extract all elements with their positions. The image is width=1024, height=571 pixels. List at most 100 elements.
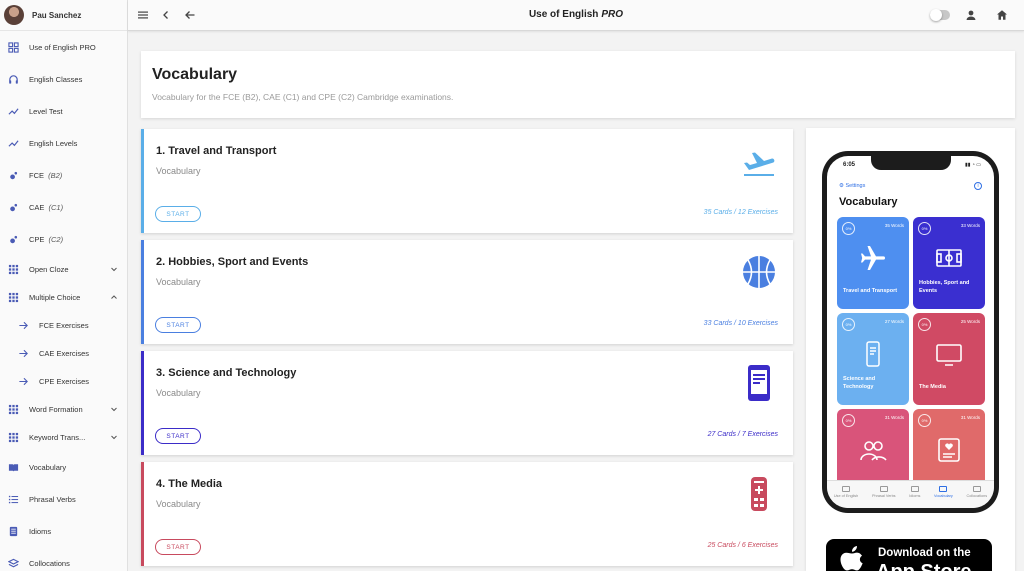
phone-tile-hobbies: 0% 33 Words Hobbies, Sport and Events: [913, 217, 985, 309]
apple-icon: [840, 546, 864, 571]
headset-icon: [8, 74, 19, 85]
sidebar-item-label: FCE Exercises: [39, 320, 89, 330]
sidebar-item-level-test[interactable]: Level Test: [0, 95, 127, 127]
chevron-down-icon[interactable]: [110, 433, 118, 441]
bubbles-icon: [8, 234, 19, 245]
sidebar-item-label: CAE (C1): [29, 202, 64, 212]
info-icon: i: [974, 182, 982, 190]
phone-tab: Collocations: [966, 486, 987, 498]
dashboard-icon: [8, 41, 19, 53]
smartphone-icon: [741, 365, 777, 401]
tile-words: 33 Words: [960, 223, 980, 228]
tile-progress: 0%: [842, 318, 855, 331]
tile-progress: 0%: [918, 318, 931, 331]
layers-icon: [8, 558, 19, 569]
avatar[interactable]: [4, 5, 24, 25]
bubbles-icon: [8, 202, 19, 213]
phone-tiles: 0% 35 Words Travel and Transport 0% 33 W…: [837, 217, 985, 501]
phone-tile-science: 0% 27 Words Science and Technology: [837, 313, 909, 405]
sidebar-item-label: Phrasal Verbs: [29, 494, 76, 504]
sidebar-item-label: Word Formation: [29, 404, 83, 414]
sidebar-item-idioms[interactable]: Idioms: [0, 515, 127, 547]
sidebar-item-english-classes[interactable]: English Classes: [0, 63, 127, 95]
start-button[interactable]: START: [155, 206, 201, 222]
sidebar-item-label: Level Test: [29, 106, 63, 116]
phone-tile-media: 0% 25 Words The Media: [913, 313, 985, 405]
topic-title: 2. Hobbies, Sport and Events: [156, 256, 309, 268]
page-header-card: Vocabulary Vocabulary for the FCE (B2), …: [141, 51, 1015, 118]
sidebar-item-cpe[interactable]: CPE (C2): [0, 223, 127, 255]
sidebar-item-label: FCE (B2): [29, 170, 63, 180]
settings-link: ⚙ Settings: [839, 183, 866, 189]
sidebar-nav: Use of English PRO English Classes Level…: [0, 31, 127, 571]
sidebar-item-label: Multiple Choice: [29, 292, 81, 302]
dark-mode-toggle[interactable]: [930, 9, 950, 21]
trending-up-icon: [8, 138, 19, 149]
phone-notch: [870, 156, 951, 170]
tile-words: 27 Words: [884, 319, 904, 324]
tile-progress: 0%: [842, 414, 855, 427]
app-store-badge[interactable]: Download on the App Store: [826, 539, 992, 571]
user-name: Pau Sanchez: [32, 10, 82, 20]
start-button[interactable]: START: [155, 317, 201, 333]
topic-subtitle: Vocabulary: [156, 388, 201, 398]
tile-label: Science and Technology: [843, 376, 876, 390]
start-button[interactable]: START: [155, 428, 201, 444]
sidebar-item-phrasal-verbs[interactable]: Phrasal Verbs: [0, 483, 127, 515]
sidebar-item-cpe-exercises[interactable]: CPE Exercises: [0, 367, 127, 395]
topic-card-travel[interactable]: 1. Travel and Transport Vocabulary START…: [141, 129, 793, 233]
chevron-up-icon[interactable]: [110, 293, 118, 301]
sidebar-item-open-cloze[interactable]: Open Cloze: [0, 255, 127, 283]
tv-icon: [934, 339, 964, 369]
grid-icon: [8, 264, 19, 275]
start-button[interactable]: START: [155, 539, 201, 555]
topic-card-science[interactable]: 3. Science and Technology Vocabulary STA…: [141, 351, 793, 455]
tile-words: 31 Words: [884, 415, 904, 420]
topic-card-hobbies[interactable]: 2. Hobbies, Sport and Events Vocabulary …: [141, 240, 793, 344]
tile-words: 31 Words: [960, 415, 980, 420]
tile-label: Travel and Transport: [843, 287, 898, 294]
sidebar-item-vocabulary[interactable]: Vocabulary: [0, 451, 127, 483]
grid-icon: [8, 432, 19, 443]
home-icon[interactable]: [996, 9, 1008, 21]
sidebar-item-fce[interactable]: FCE (B2): [0, 159, 127, 191]
phone-tab: Phrasal Verbs: [872, 486, 896, 498]
account-icon[interactable]: [965, 9, 977, 21]
book-open-icon: [8, 462, 19, 473]
sidebar-item-label: CAE Exercises: [39, 348, 90, 358]
sidebar-item-label: Collocations: [29, 558, 70, 568]
plane-icon: [858, 243, 888, 273]
topic-subtitle: Vocabulary: [156, 277, 201, 287]
chevron-down-icon[interactable]: [110, 405, 118, 413]
sidebar-item-keyword-transformation[interactable]: Keyword Trans...: [0, 423, 127, 451]
sidebar-item-word-formation[interactable]: Word Formation: [0, 395, 127, 423]
sidebar-item-cae-exercises[interactable]: CAE Exercises: [0, 339, 127, 367]
grid-icon: [8, 404, 19, 415]
phone-tab: Use of English: [834, 486, 858, 498]
sidebar-item-collocations[interactable]: Collocations: [0, 547, 127, 571]
tile-label: The Media: [919, 383, 946, 390]
chevron-down-icon[interactable]: [110, 265, 118, 273]
sidebar-item-cae[interactable]: CAE (C1): [0, 191, 127, 223]
phone-mockup: 6:05 ▮▮ ◔ ▭ ⚙ Settings i Vocabulary 0% 3…: [822, 151, 999, 513]
tile-words: 25 Words: [960, 319, 980, 324]
user-profile[interactable]: Pau Sanchez: [0, 0, 127, 31]
remote-control-icon: [741, 476, 777, 512]
sidebar-item-fce-exercises[interactable]: FCE Exercises: [0, 311, 127, 339]
topic-subtitle: Vocabulary: [156, 499, 201, 509]
sidebar-item-use-of-english[interactable]: Use of English PRO: [0, 31, 127, 63]
arrow-right-icon: [18, 376, 29, 387]
stadium-icon: [934, 243, 964, 273]
document-icon: [8, 526, 19, 537]
phone-title: Vocabulary: [839, 196, 898, 208]
sidebar-item-label: English Levels: [29, 138, 78, 148]
sidebar-item-label: CPE Exercises: [39, 376, 90, 386]
topic-stats: 27 Cards / 7 Exercises: [707, 431, 778, 438]
top-app-bar: Use of English PRO: [128, 0, 1024, 31]
sidebar-item-english-levels[interactable]: English Levels: [0, 127, 127, 159]
topic-card-media[interactable]: 4. The Media Vocabulary START 25 Cards /…: [141, 462, 793, 566]
sidebar-item-label: Keyword Trans...: [29, 432, 86, 442]
sidebar-item-multiple-choice[interactable]: Multiple Choice: [0, 283, 127, 311]
topic-stats: 25 Cards / 6 Exercises: [707, 542, 778, 549]
phone-screen: 6:05 ▮▮ ◔ ▭ ⚙ Settings i Vocabulary 0% 3…: [827, 156, 994, 508]
